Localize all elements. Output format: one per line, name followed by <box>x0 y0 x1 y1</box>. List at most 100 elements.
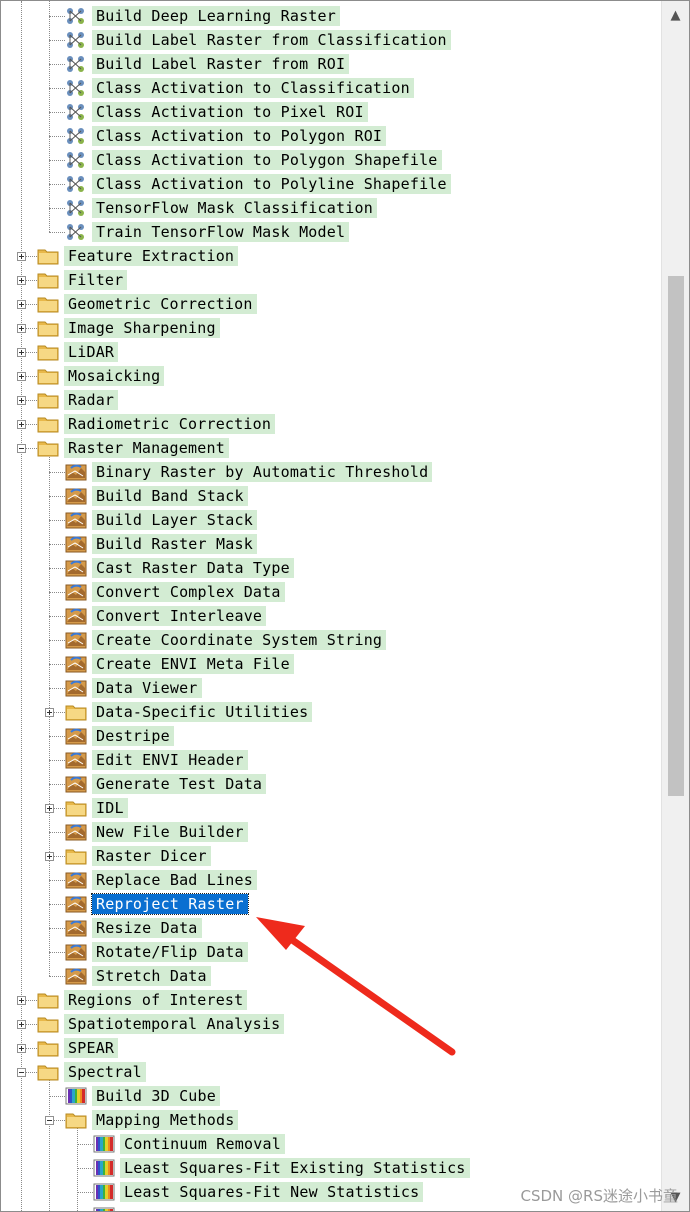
expand-plus-icon[interactable] <box>17 1020 26 1029</box>
tree-tool-row[interactable]: Cast Raster Data Type <box>1 556 661 580</box>
tree-item-label[interactable]: Cast Raster Data Type <box>92 558 294 578</box>
tree-item-label[interactable]: Build Band Stack <box>92 486 248 506</box>
tree-item-label[interactable]: Least Squares-Fit Existing Statistics <box>120 1158 470 1178</box>
tree-item-label[interactable]: Create Coordinate System String <box>92 630 387 650</box>
tree-item-label[interactable]: Spectral <box>64 1062 146 1082</box>
tree-tool-row[interactable]: Resize Data <box>1 916 661 940</box>
expand-plus-icon[interactable] <box>17 396 26 405</box>
tree-item-label[interactable]: Convert Complex Data <box>92 582 285 602</box>
vertical-scrollbar[interactable]: ▲ ▼ <box>661 1 689 1211</box>
collapse-minus-icon[interactable] <box>45 1116 54 1125</box>
tree-item-label[interactable]: Continuum Removal <box>120 1134 285 1154</box>
tree-tool-row[interactable]: Replace Bad Lines <box>1 868 661 892</box>
tree-item-label[interactable]: Create ENVI Meta File <box>92 654 294 674</box>
tree-tool-row[interactable]: Class Activation to Polygon Shapefile <box>1 148 661 172</box>
tree-item-label[interactable]: New File Builder <box>92 822 248 842</box>
tree-item-label[interactable]: Binary Raster by Automatic Threshold <box>92 462 433 482</box>
tree-tool-row[interactable]: Convert Interleave <box>1 604 661 628</box>
tree-item-label[interactable]: Raster Management <box>64 438 229 458</box>
expand-plus-icon[interactable] <box>17 348 26 357</box>
tree-folder-row[interactable]: LiDAR <box>1 340 661 364</box>
expand-plus-icon[interactable] <box>17 324 26 333</box>
tree-item-label[interactable]: Build Layer Stack <box>92 510 257 530</box>
tree-item-label[interactable]: Image Sharpening <box>64 318 220 338</box>
tree-item-label[interactable]: Spatiotemporal Analysis <box>64 1014 285 1034</box>
tree-tool-row[interactable]: Stretch Data <box>1 964 661 988</box>
tree-item-label[interactable]: Class Activation to Polygon Shapefile <box>92 150 442 170</box>
tree-tool-row[interactable]: Create Coordinate System String <box>1 628 661 652</box>
tree-tool-row[interactable]: New File Builder <box>1 820 661 844</box>
tree-tool-row[interactable]: Generate Test Data <box>1 772 661 796</box>
tree-tool-row[interactable]: Create ENVI Meta File <box>1 652 661 676</box>
tree-item-label[interactable]: IDL <box>92 798 128 818</box>
collapse-minus-icon[interactable] <box>17 1068 26 1077</box>
tree-tool-row[interactable]: Class Activation to Polyline Shapefile <box>1 172 661 196</box>
tree-item-label[interactable]: Train TensorFlow Mask Model <box>92 222 350 242</box>
scroll-up-arrow-icon[interactable]: ▲ <box>662 1 689 29</box>
tree-tool-row[interactable]: Build Deep Learning Raster <box>1 4 661 28</box>
tree-item-label[interactable]: Resize Data <box>92 918 202 938</box>
tree-item-label[interactable]: Feature Extraction <box>64 246 239 266</box>
tree-item-label[interactable]: Edit ENVI Header <box>92 750 248 770</box>
tree-item-label[interactable]: Mosaicking <box>64 366 165 386</box>
tree-item-label[interactable]: Mapping Methods <box>92 1110 239 1130</box>
tree-item-label[interactable]: Data Viewer <box>92 678 202 698</box>
tree-item-label[interactable]: Convert Interleave <box>92 606 267 626</box>
tree-tool-row[interactable]: Edit ENVI Header <box>1 748 661 772</box>
tree-item-label[interactable]: Data-Specific Utilities <box>92 702 313 722</box>
tree-folder-row[interactable]: Radar <box>1 388 661 412</box>
tree-tool-row[interactable]: Build Band Stack <box>1 484 661 508</box>
tree-tool-row[interactable]: Build Label Raster from Classification <box>1 28 661 52</box>
tree-item-label[interactable]: Geometric Correction <box>64 294 257 314</box>
tree-item-label[interactable]: Filter <box>64 270 128 290</box>
tree-folder-row[interactable]: Feature Extraction <box>1 244 661 268</box>
tree-item-label[interactable]: Generate Test Data <box>92 774 267 794</box>
tree-item-label[interactable]: Raster Dicer <box>92 846 211 866</box>
expand-plus-icon[interactable] <box>17 300 26 309</box>
tree-folder-row[interactable]: Geometric Correction <box>1 292 661 316</box>
tree-item-label[interactable]: TensorFlow Mask Classification <box>92 198 377 218</box>
tree-tool-row[interactable]: Class Activation to Classification <box>1 76 661 100</box>
tree-folder-row[interactable]: Mapping Methods <box>1 1108 661 1132</box>
tree-tool-row[interactable]: Continuum Removal <box>1 1132 661 1156</box>
tree-item-label[interactable]: Class Activation to Pixel ROI <box>92 102 368 122</box>
tree-folder-row[interactable]: Mosaicking <box>1 364 661 388</box>
tree-tool-row[interactable]: Build Layer Stack <box>1 508 661 532</box>
tree-tool-row[interactable]: Train TensorFlow Mask Model <box>1 220 661 244</box>
tree-folder-row[interactable]: Regions of Interest <box>1 988 661 1012</box>
tree-tool-row[interactable]: Least Squares-Fit Existing Statistics <box>1 1156 661 1180</box>
tree-tool-row[interactable]: Build Label Raster from ROI <box>1 52 661 76</box>
expand-plus-icon[interactable] <box>17 1044 26 1053</box>
tree-tool-row[interactable]: Destripe <box>1 724 661 748</box>
tree-folder-row[interactable]: Raster Management <box>1 436 661 460</box>
tree-item-label[interactable]: Build Deep Learning Raster <box>92 6 340 26</box>
tree-tool-row[interactable]: Build Raster Mask <box>1 532 661 556</box>
expand-plus-icon[interactable] <box>17 996 26 1005</box>
tree-folder-row[interactable]: Radiometric Correction <box>1 412 661 436</box>
expand-plus-icon[interactable] <box>17 276 26 285</box>
tree-item-label[interactable]: Build Raster Mask <box>92 534 257 554</box>
tree-folder-row[interactable]: Data-Specific Utilities <box>1 700 661 724</box>
tree-folder-row[interactable]: IDL <box>1 796 661 820</box>
tree-tool-row[interactable]: Convert Complex Data <box>1 580 661 604</box>
tree-tool-row[interactable]: TensorFlow Mask Classification <box>1 196 661 220</box>
tree-item-label[interactable]: Replace Bad Lines <box>92 870 257 890</box>
expand-plus-icon[interactable] <box>45 852 54 861</box>
tree-item-label[interactable]: Build 3D Cube <box>92 1086 220 1106</box>
tree-item-label[interactable]: Least Squares-Fit New Statistics <box>120 1182 424 1202</box>
expand-plus-icon[interactable] <box>45 804 54 813</box>
tree-tool-row[interactable]: Data Viewer <box>1 676 661 700</box>
tree-item-label[interactable]: Destripe <box>92 726 174 746</box>
tree-item-label[interactable]: Radiometric Correction <box>64 414 276 434</box>
tree-item-label[interactable]: Build Label Raster from ROI <box>92 54 350 74</box>
tree-item-label[interactable]: Build Label Raster from Classification <box>92 30 451 50</box>
tree-tool-row[interactable]: Reproject Raster <box>1 892 661 916</box>
tree-item-label[interactable]: Rotate/Flip Data <box>92 942 248 962</box>
tree-tool-row[interactable]: Rotate/Flip Data <box>1 940 661 964</box>
expand-plus-icon[interactable] <box>17 372 26 381</box>
tree-item-label[interactable]: LiDAR <box>64 342 119 362</box>
expand-plus-icon[interactable] <box>45 708 54 717</box>
tree-item-label[interactable]: Reproject Raster <box>91 893 249 915</box>
tree-tool-row[interactable]: Class Activation to Polygon ROI <box>1 124 661 148</box>
tree-item-label[interactable]: Class Activation to Polyline Shapefile <box>92 174 451 194</box>
